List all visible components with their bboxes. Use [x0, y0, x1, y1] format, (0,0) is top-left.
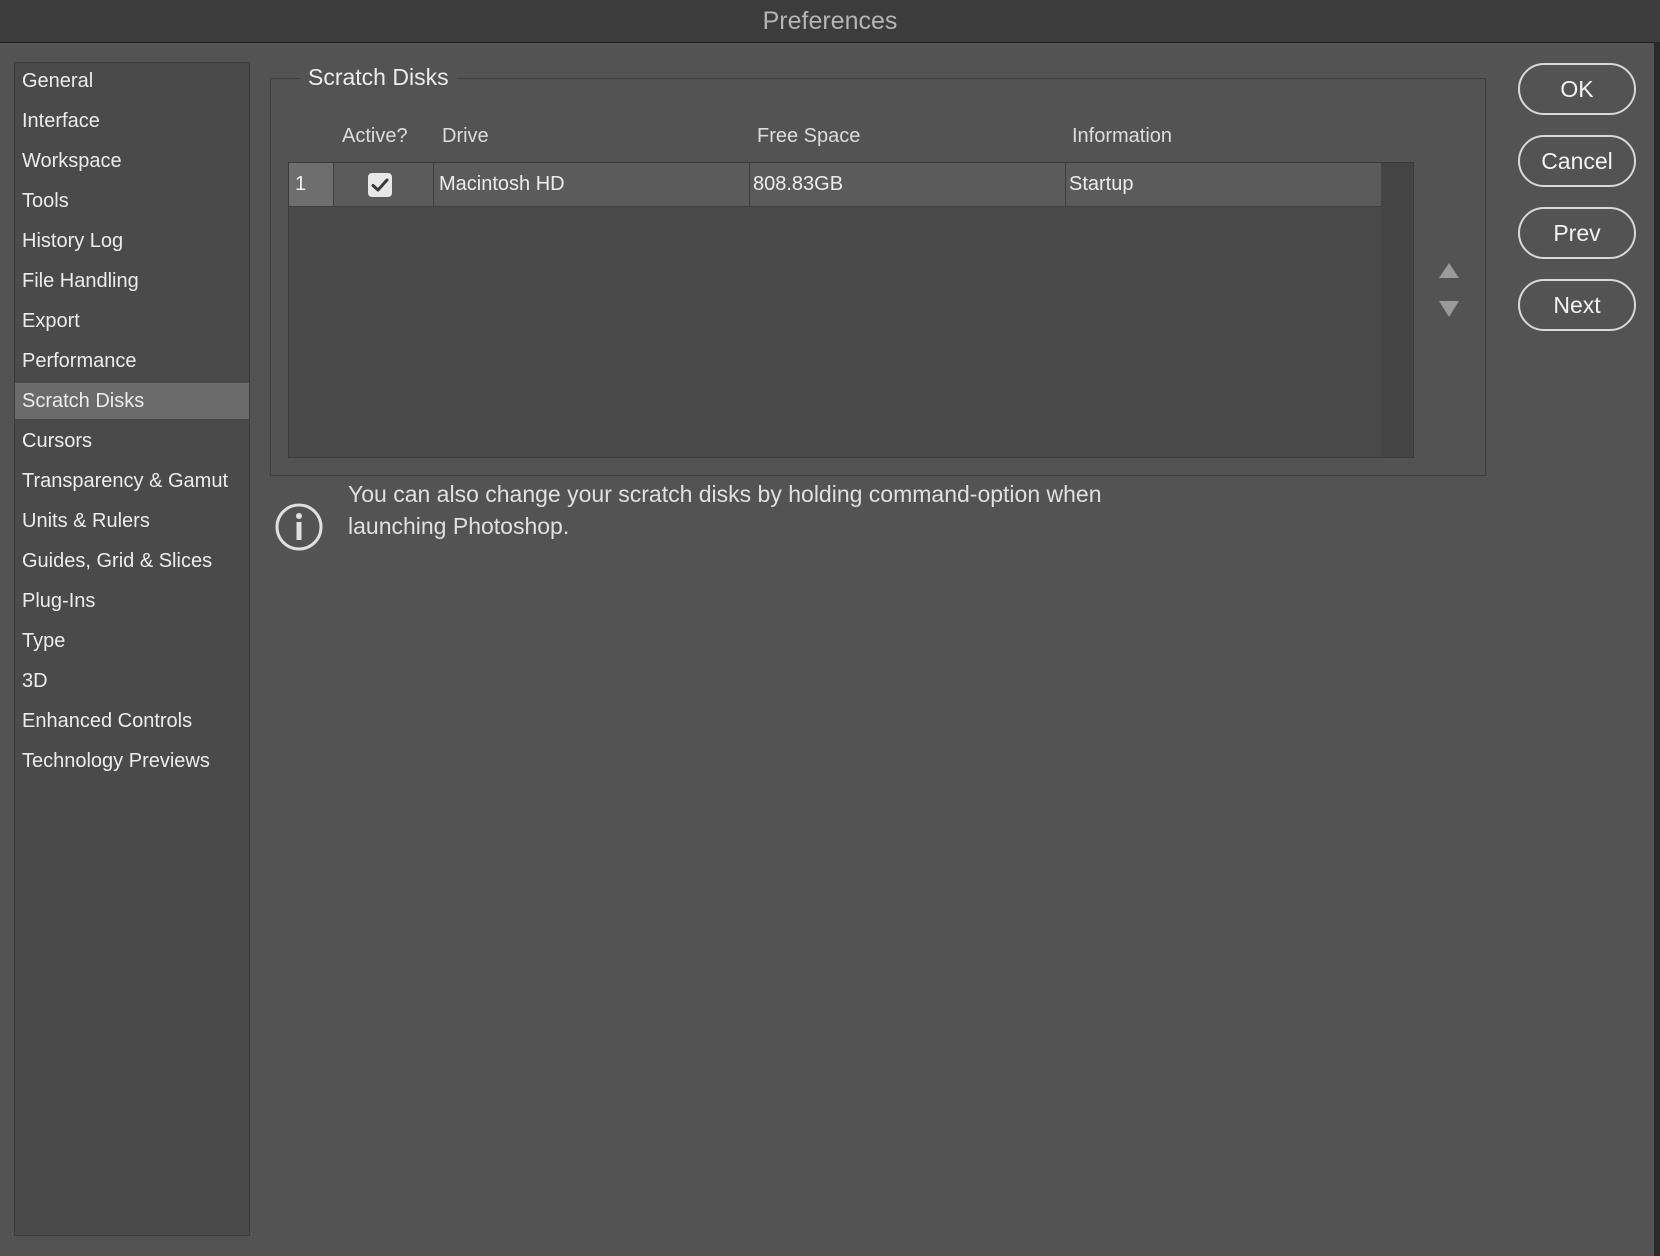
checkmark-icon — [371, 178, 389, 192]
information-cell: Startup — [1069, 173, 1134, 195]
table-row[interactable]: 1 Macintosh HD 808.83GB Startup — [289, 163, 1381, 207]
free-space-cell: 808.83GB — [753, 173, 844, 195]
sidebar-item-transparency-gamut[interactable]: Transparency & Gamut — [15, 463, 249, 499]
sidebar-item-interface[interactable]: Interface — [15, 103, 249, 139]
sidebar-item-units-rulers[interactable]: Units & Rulers — [15, 503, 249, 539]
info-text-line-2: launching Photoshop. — [348, 513, 570, 539]
drive-cell: Macintosh HD — [439, 173, 565, 195]
preferences-sidebar: General Interface Workspace Tools Histor… — [14, 62, 250, 1236]
sidebar-item-cursors[interactable]: Cursors — [15, 423, 249, 459]
sidebar-item-3d[interactable]: 3D — [15, 663, 249, 699]
sidebar-item-export[interactable]: Export — [15, 303, 249, 339]
column-header-free-space: Free Space — [757, 125, 861, 147]
cell-divider — [333, 163, 334, 206]
row-index: 1 — [289, 163, 333, 206]
sidebar-item-technology-previews[interactable]: Technology Previews — [15, 743, 249, 779]
sidebar-item-file-handling[interactable]: File Handling — [15, 263, 249, 299]
window-edge — [1654, 42, 1660, 1256]
sidebar-item-history-log[interactable]: History Log — [15, 223, 249, 259]
info-text: You can also change your scratch disks b… — [348, 478, 1228, 542]
cancel-button[interactable]: Cancel — [1518, 135, 1636, 187]
scratch-disks-table: 1 Macintosh HD 808.83GB Startup — [288, 162, 1414, 458]
ok-button[interactable]: OK — [1518, 63, 1636, 115]
window-title: Preferences — [0, 0, 1660, 43]
move-down-button[interactable] — [1438, 300, 1460, 323]
cell-divider — [749, 163, 750, 206]
triangle-down-icon — [1439, 301, 1459, 317]
scratch-disks-title: Scratch Disks — [300, 64, 457, 91]
next-button[interactable]: Next — [1518, 279, 1636, 331]
column-header-information: Information — [1072, 125, 1173, 147]
cell-divider — [433, 163, 434, 206]
column-header-active: Active? — [342, 125, 408, 147]
info-text-line-1: You can also change your scratch disks b… — [348, 481, 1102, 507]
column-header-drive: Drive — [442, 125, 489, 147]
move-up-button[interactable] — [1438, 262, 1460, 285]
sidebar-item-general[interactable]: General — [15, 63, 249, 99]
sidebar-item-type[interactable]: Type — [15, 623, 249, 659]
sidebar-item-workspace[interactable]: Workspace — [15, 143, 249, 179]
table-scrollbar[interactable] — [1381, 163, 1413, 457]
prev-button[interactable]: Prev — [1518, 207, 1636, 259]
sidebar-item-plug-ins[interactable]: Plug-Ins — [15, 583, 249, 619]
triangle-up-icon — [1439, 263, 1459, 278]
sidebar-item-scratch-disks[interactable]: Scratch Disks — [15, 383, 249, 419]
info-icon — [274, 502, 324, 557]
sidebar-item-enhanced-controls[interactable]: Enhanced Controls — [15, 703, 249, 739]
sidebar-item-guides-grid-slices[interactable]: Guides, Grid & Slices — [15, 543, 249, 579]
active-checkbox[interactable] — [368, 173, 392, 197]
sidebar-item-performance[interactable]: Performance — [15, 343, 249, 379]
sidebar-item-tools[interactable]: Tools — [15, 183, 249, 219]
cell-divider — [1065, 163, 1066, 206]
